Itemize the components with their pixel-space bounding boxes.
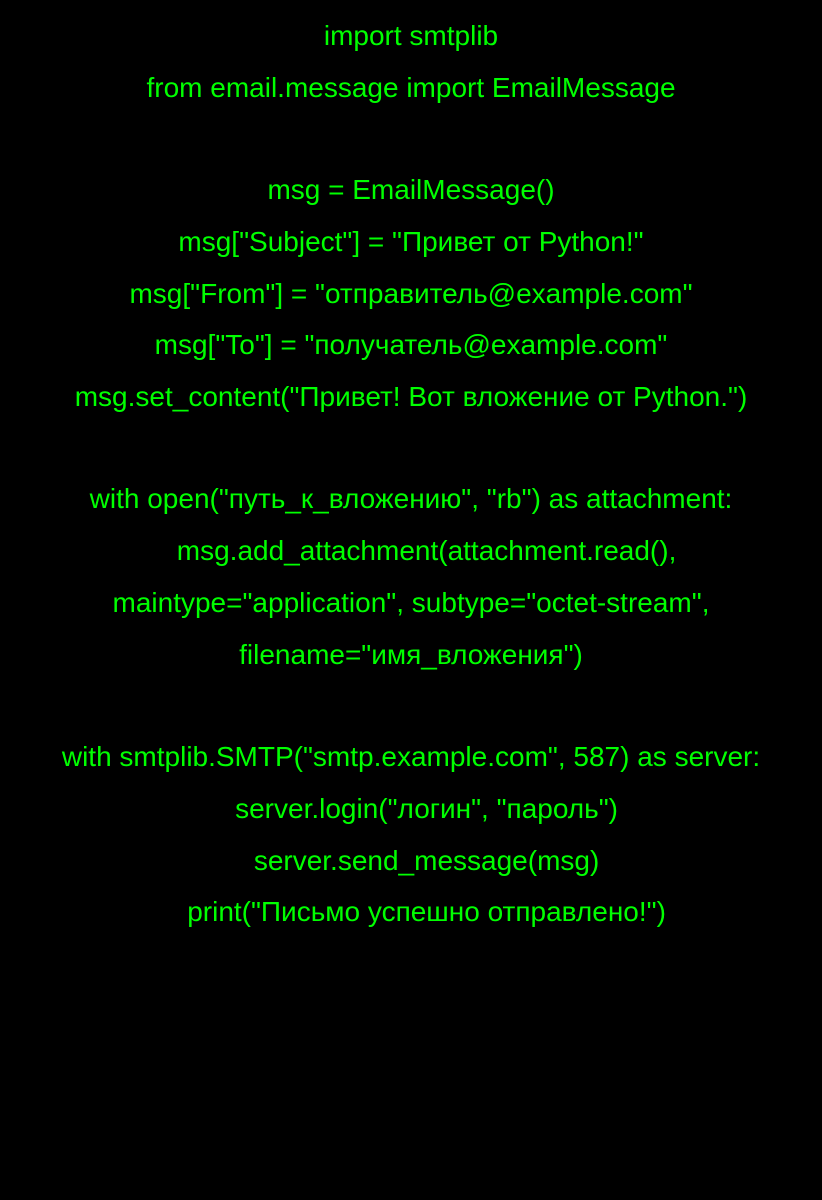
- code-line-empty: [10, 681, 812, 731]
- code-line: server.login("логин", "пароль"): [10, 783, 812, 835]
- code-line: msg = EmailMessage(): [10, 164, 812, 216]
- code-line: server.send_message(msg): [10, 835, 812, 887]
- code-line: msg["From"] = "отправитель@example.com": [10, 268, 812, 320]
- code-line: msg.set_content("Привет! Вот вложение от…: [10, 371, 812, 423]
- code-line: with smtplib.SMTP("smtp.example.com", 58…: [10, 731, 812, 783]
- code-line: msg.add_attachment(attachment.read(), ma…: [10, 525, 812, 680]
- code-line: with open("путь_к_вложению", "rb") as at…: [10, 473, 812, 525]
- code-line: print("Письмо успешно отправлено!"): [10, 886, 812, 938]
- code-block: import smtplib from email.message import…: [10, 10, 812, 938]
- code-line: import smtplib: [10, 10, 812, 62]
- code-line: from email.message import EmailMessage: [10, 62, 812, 114]
- code-line: msg["To"] = "получатель@example.com": [10, 319, 812, 371]
- code-line-empty: [10, 423, 812, 473]
- code-line-empty: [10, 114, 812, 164]
- code-line: msg["Subject"] = "Привет от Python!": [10, 216, 812, 268]
